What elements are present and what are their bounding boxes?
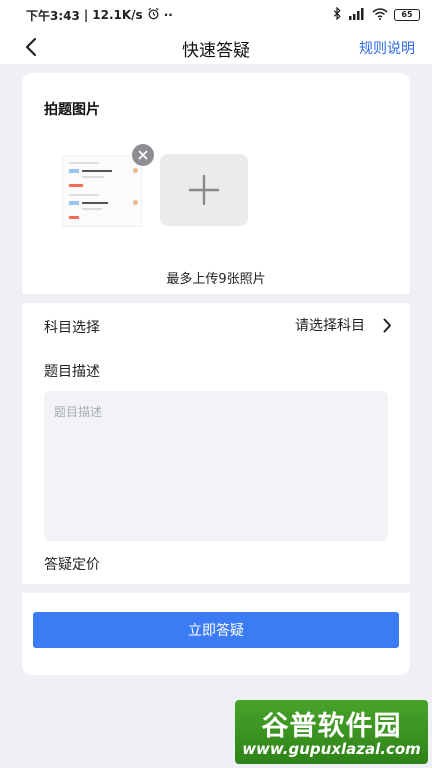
submit-question-button[interactable]: 立即答疑	[33, 612, 399, 648]
thumb-price-mark	[69, 216, 79, 219]
close-icon	[138, 150, 148, 160]
upload-limit-hint: 最多上传9张照片	[166, 272, 266, 287]
thumb-tag	[69, 201, 79, 205]
alarm-icon	[147, 7, 160, 23]
chevron-right-icon	[383, 318, 391, 332]
status-right: 65	[333, 6, 420, 23]
thumb-text	[82, 170, 112, 172]
add-photo-button[interactable]	[160, 154, 248, 226]
price-label: 答疑定价	[44, 557, 100, 573]
plus-icon	[188, 174, 220, 206]
thumb-line	[82, 208, 102, 210]
watermark-logo: 谷普软件园 www.gupuxlazal.com	[235, 700, 428, 764]
thumb-avatar	[133, 200, 138, 205]
thumb-line	[69, 194, 99, 196]
uploaded-photo-thumbnail[interactable]	[62, 155, 142, 227]
bluetooth-icon	[333, 6, 342, 23]
rules-link[interactable]: 规则说明	[359, 38, 415, 58]
description-textarea[interactable]	[44, 391, 388, 541]
status-time: 下午3:43	[26, 8, 80, 23]
question-form-card: 拍题图片 最多上传9张照片 科目选择 请选择科目 题目描述 答疑定价 立即答疑	[22, 73, 410, 675]
wifi-icon	[372, 7, 388, 23]
status-separator: |	[83, 8, 89, 22]
thumb-text	[82, 202, 108, 204]
status-left: 下午3:43 | 12.1K/s ··	[26, 7, 173, 24]
thumb-line	[82, 176, 104, 178]
section-divider	[22, 584, 410, 593]
watermark-brand: 谷普软件园	[261, 711, 402, 742]
thumb-line	[69, 162, 99, 164]
thumb-price-mark	[69, 184, 83, 187]
thumb-tag	[69, 169, 79, 173]
status-more: ··	[163, 8, 173, 22]
status-network-speed: 12.1K/s	[92, 8, 143, 22]
nav-bar: 快速答疑 规则说明	[0, 30, 432, 64]
photos-section-title: 拍题图片	[44, 102, 100, 118]
cellular-signal-icon	[348, 7, 366, 23]
section-divider	[22, 294, 410, 303]
remove-photo-button[interactable]	[132, 144, 154, 166]
watermark-url: www.gupuxlazal.com	[242, 740, 421, 758]
battery-icon: 65	[394, 9, 420, 21]
subject-label: 科目选择	[44, 320, 100, 336]
subject-picker[interactable]: 请选择科目	[295, 313, 392, 337]
description-label: 题目描述	[44, 364, 100, 380]
subject-picker-value: 请选择科目	[295, 318, 365, 334]
status-bar: 下午3:43 | 12.1K/s ·· 65	[0, 0, 432, 30]
thumb-avatar	[133, 168, 138, 173]
